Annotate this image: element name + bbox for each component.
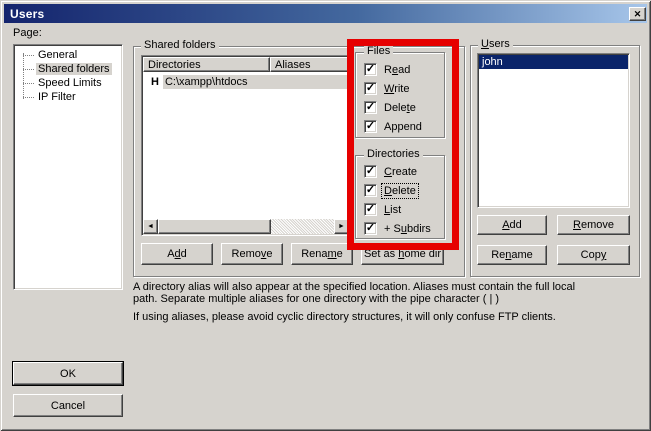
- checkbox-delete-file[interactable]: ✓ Delete: [356, 98, 444, 117]
- scroll-left-icon: ◄: [147, 223, 154, 230]
- tree-item-speed-limits[interactable]: Speed Limits: [14, 76, 122, 90]
- column-header-aliases[interactable]: Aliases: [270, 57, 349, 72]
- add-directory-button[interactable]: Add: [141, 243, 213, 265]
- remove-user-button[interactable]: Remove: [557, 215, 630, 235]
- checkbox-checked-icon: ✓: [364, 203, 377, 216]
- directories-group-label: Directories: [364, 149, 423, 160]
- tree-item-general[interactable]: General: [14, 48, 122, 62]
- user-row-john[interactable]: john: [479, 55, 628, 69]
- checkbox-label: Append: [382, 120, 424, 134]
- checkbox-checked-icon: ✓: [364, 165, 377, 178]
- horizontal-scrollbar: ◄ ►: [143, 219, 349, 234]
- checkbox-label: Write: [382, 82, 411, 96]
- copy-user-button[interactable]: Copy: [557, 245, 630, 265]
- add-user-button[interactable]: Add: [477, 215, 547, 235]
- checkbox-checked-icon: ✓: [364, 184, 377, 197]
- scroll-left-button[interactable]: ◄: [143, 219, 158, 234]
- rename-directory-button[interactable]: Rename: [291, 243, 353, 265]
- column-header-directories[interactable]: Directories: [143, 57, 270, 72]
- directory-list-header: Directories Aliases: [143, 57, 349, 72]
- page-label: Page:: [13, 27, 42, 39]
- shared-folders-group-label: Shared folders: [141, 40, 219, 51]
- directory-path: C:\xampp\htdocs: [163, 75, 350, 89]
- scroll-right-icon: ►: [338, 223, 345, 230]
- close-button[interactable]: ✕: [629, 7, 646, 21]
- checkbox-label: Delete: [382, 184, 418, 198]
- checkbox-label: + Subdirs: [382, 222, 433, 236]
- files-group: ✓ Read ✓ Write ✓ Delete ✓ Append: [355, 52, 445, 138]
- checkbox-checked-icon: ✓: [364, 82, 377, 95]
- checkbox-label: List: [382, 203, 403, 217]
- checkbox-subdirs[interactable]: ✓ + Subdirs: [356, 219, 444, 238]
- close-icon: ✕: [634, 10, 642, 19]
- checkbox-label: Create: [382, 165, 419, 179]
- checkbox-label: Delete: [382, 101, 418, 115]
- remove-directory-button[interactable]: Remove: [221, 243, 283, 265]
- users-list: john: [477, 53, 630, 208]
- checkbox-checked-icon: ✓: [364, 120, 377, 133]
- set-as-home-dir-button[interactable]: Set as home dir: [361, 243, 444, 265]
- checkbox-delete-dir[interactable]: ✓ Delete: [356, 181, 444, 200]
- alias-note-line3: If using aliases, please avoid cyclic di…: [133, 311, 651, 323]
- files-group-label: Files: [364, 46, 393, 57]
- directories-group: ✓ Create ✓ Delete ✓ List ✓ + Subdirs: [355, 155, 445, 239]
- home-flag: H: [142, 76, 163, 88]
- page-tree: General Shared folders Speed Limits IP F…: [14, 45, 122, 104]
- checkbox-read[interactable]: ✓ Read: [356, 60, 444, 79]
- checkbox-checked-icon: ✓: [364, 63, 377, 76]
- users-dialog: Users ✕ Page: General Shared folders Spe…: [0, 0, 651, 431]
- directory-list-empty-area: [142, 89, 350, 219]
- directory-list: Directories Aliases H C:\xampp\htdocs ◄ …: [141, 55, 351, 236]
- alias-note: A directory alias will also appear at th…: [133, 281, 651, 323]
- users-group-label: Users: [478, 39, 513, 50]
- rename-user-button[interactable]: Rename: [477, 245, 547, 265]
- directory-row[interactable]: H C:\xampp\htdocs: [142, 74, 350, 89]
- window-title: Users: [10, 7, 44, 21]
- checkbox-label: Read: [382, 63, 412, 77]
- alias-note-line2: path. Separate multiple aliases for one …: [133, 293, 651, 305]
- alias-note-line1: A directory alias will also appear at th…: [133, 281, 651, 293]
- tree-item-shared-folders[interactable]: Shared folders: [14, 62, 122, 76]
- checkbox-create[interactable]: ✓ Create: [356, 162, 444, 181]
- checkbox-write[interactable]: ✓ Write: [356, 79, 444, 98]
- checkbox-checked-icon: ✓: [364, 222, 377, 235]
- title-bar[interactable]: Users: [4, 4, 647, 23]
- cancel-button[interactable]: Cancel: [13, 394, 123, 417]
- scroll-right-button[interactable]: ►: [334, 219, 349, 234]
- checkbox-checked-icon: ✓: [364, 101, 377, 114]
- checkbox-append[interactable]: ✓ Append: [356, 117, 444, 136]
- checkbox-list[interactable]: ✓ List: [356, 200, 444, 219]
- tree-item-ip-filter[interactable]: IP Filter: [14, 90, 122, 104]
- ok-button[interactable]: OK: [13, 362, 123, 385]
- scrollbar-thumb[interactable]: [158, 219, 271, 234]
- page-list: General Shared folders Speed Limits IP F…: [13, 44, 123, 290]
- scrollbar-track[interactable]: [158, 219, 334, 234]
